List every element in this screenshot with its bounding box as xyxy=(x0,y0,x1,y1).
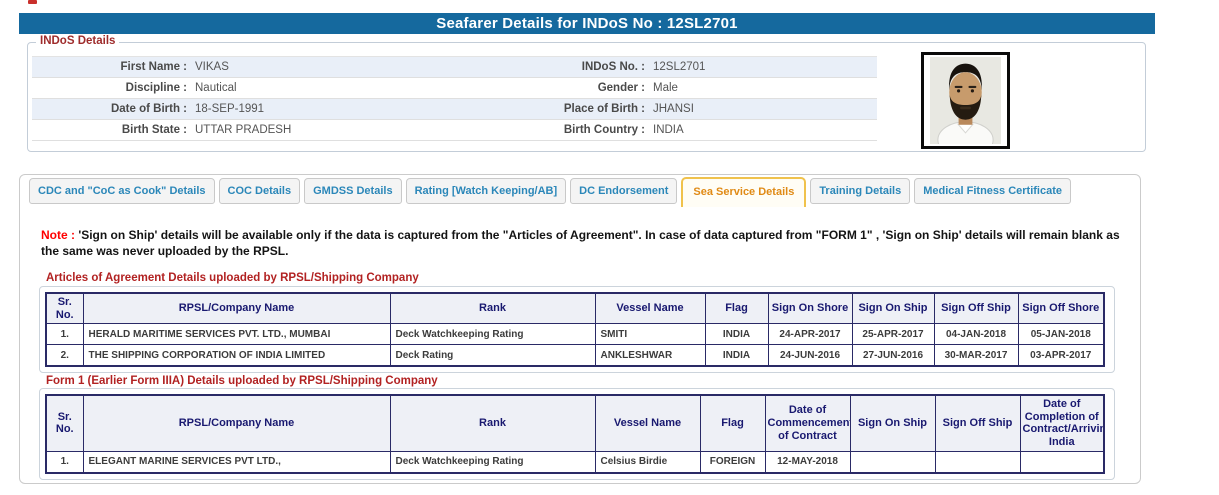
discipline-label: Discipline : xyxy=(32,78,187,98)
table-cell xyxy=(935,451,1020,473)
table-cell: 05-JAN-2018 xyxy=(1018,324,1104,345)
indos-no-label: INDoS No. : xyxy=(495,57,645,77)
place-of-birth-label: Place of Birth : xyxy=(495,99,645,119)
date-of-birth-label: Date of Birth : xyxy=(32,99,187,119)
title-bar: Seafarer Details for INDoS No : 12SL2701 xyxy=(19,13,1155,34)
detail-row: Date of Birth : 18-SEP-1991 Place of Bir… xyxy=(32,99,877,120)
agreement-table: Sr. No. RPSL/Company Name Rank Vessel Na… xyxy=(45,292,1105,367)
detail-row: Discipline : Nautical Gender : Male xyxy=(32,78,877,99)
table-cell: 03-APR-2017 xyxy=(1018,345,1104,367)
detail-row: First Name : VIKAS INDoS No. : 12SL2701 xyxy=(32,57,877,78)
table-cell xyxy=(850,451,935,473)
tab-dc-endorsement[interactable]: DC Endorsement xyxy=(570,178,677,204)
column-header: Flag xyxy=(705,293,768,324)
birth-country-label: Birth Country : xyxy=(495,120,645,140)
tab-bar: CDC and "CoC as Cook" Details COC Detail… xyxy=(29,178,1071,207)
column-header: Sign On Ship xyxy=(850,395,935,451)
tab-coc-details[interactable]: COC Details xyxy=(219,178,301,204)
seafarer-photo-image xyxy=(930,57,1001,144)
column-header: Sign Off Ship xyxy=(935,395,1020,451)
table-cell: 25-APR-2017 xyxy=(852,324,934,345)
table-cell: THE SHIPPING CORPORATION OF INDIA LIMITE… xyxy=(83,345,390,367)
table-cell: 24-APR-2017 xyxy=(768,324,852,345)
page-title: Seafarer Details for INDoS No : 12SL2701 xyxy=(19,13,1155,34)
table-cell: 24-JUN-2016 xyxy=(768,345,852,367)
note-text: 'Sign on Ship' details will be available… xyxy=(41,228,1120,258)
table-cell: ANKLESHWAR xyxy=(595,345,705,367)
table-cell: Deck Watchkeeping Rating xyxy=(390,451,595,473)
birth-country-value: INDIA xyxy=(645,120,877,140)
tab-medical-fitness-certificate[interactable]: Medical Fitness Certificate xyxy=(914,178,1071,204)
column-header: Vessel Name xyxy=(595,395,700,451)
discipline-value: Nautical xyxy=(187,78,495,98)
table-header-row: Sr. No. RPSL/Company Name Rank Vessel Na… xyxy=(46,395,1104,451)
table-cell: 1. xyxy=(46,451,83,473)
column-header: Sign On Ship xyxy=(852,293,934,324)
first-name-label: First Name : xyxy=(32,57,187,77)
table-cell: ELEGANT MARINE SERVICES PVT LTD., xyxy=(83,451,390,473)
note-prefix: Note : xyxy=(41,228,75,242)
sign-on-ship-note: Note : 'Sign on Ship' details will be av… xyxy=(41,227,1131,259)
table-cell: 27-JUN-2016 xyxy=(852,345,934,367)
column-header: Flag xyxy=(700,395,765,451)
column-header: Sign On Shore xyxy=(768,293,852,324)
first-name-value: VIKAS xyxy=(187,57,495,77)
table-cell: FOREIGN xyxy=(700,451,765,473)
table-row: 2. THE SHIPPING CORPORATION OF INDIA LIM… xyxy=(46,345,1104,367)
gender-label: Gender : xyxy=(495,78,645,98)
table-row: 1. HERALD MARITIME SERVICES PVT. LTD., M… xyxy=(46,324,1104,345)
place-of-birth-value: JHANSI xyxy=(645,99,877,119)
table-cell: HERALD MARITIME SERVICES PVT. LTD., MUMB… xyxy=(83,324,390,345)
form1-table-wrapper: Sr. No. RPSL/Company Name Rank Vessel Na… xyxy=(39,388,1115,480)
seafarer-details-page: Seafarer Details for INDoS No : 12SL2701… xyxy=(0,0,1219,495)
column-header: RPSL/Company Name xyxy=(83,293,390,324)
table-cell: 2. xyxy=(46,345,83,367)
table-cell: Deck Rating xyxy=(390,345,595,367)
tab-rating-watch-keeping-ab[interactable]: Rating [Watch Keeping/AB] xyxy=(406,178,567,204)
page-top-red-mark xyxy=(28,0,37,4)
table-cell: 04-JAN-2018 xyxy=(934,324,1018,345)
portrait-illustration xyxy=(930,57,1001,144)
table-cell: INDIA xyxy=(705,345,768,367)
column-header: Vessel Name xyxy=(595,293,705,324)
tab-training-details[interactable]: Training Details xyxy=(810,178,910,204)
table-cell: 1. xyxy=(46,324,83,345)
agreement-table-title: Articles of Agreement Details uploaded b… xyxy=(46,272,419,284)
agreement-table-wrapper: Sr. No. RPSL/Company Name Rank Vessel Na… xyxy=(39,286,1115,373)
column-header: Sr. No. xyxy=(46,293,83,324)
tab-cdc-coc-as-cook-details[interactable]: CDC and "CoC as Cook" Details xyxy=(29,178,215,204)
table-cell: SMITI xyxy=(595,324,705,345)
birth-state-label: Birth State : xyxy=(32,120,187,140)
birth-state-value: UTTAR PRADESH xyxy=(187,120,495,140)
column-header: Sign Off Shore xyxy=(1018,293,1104,324)
indos-no-value: 12SL2701 xyxy=(645,57,877,77)
column-header: Rank xyxy=(390,395,595,451)
tab-gmdss-details[interactable]: GMDSS Details xyxy=(304,178,401,204)
seafarer-photo xyxy=(921,52,1010,149)
table-header-row: Sr. No. RPSL/Company Name Rank Vessel Na… xyxy=(46,293,1104,324)
column-header: Sign Off Ship xyxy=(934,293,1018,324)
form1-table-title: Form 1 (Earlier Form IIIA) Details uploa… xyxy=(46,375,438,387)
tab-sea-service-details[interactable]: Sea Service Details xyxy=(681,177,806,207)
column-header: Date of Completion of Contract/Arriving … xyxy=(1020,395,1104,451)
table-cell: Deck Watchkeeping Rating xyxy=(390,324,595,345)
gender-value: Male xyxy=(645,78,877,98)
table-row: 1. ELEGANT MARINE SERVICES PVT LTD., Dec… xyxy=(46,451,1104,473)
detail-row: Birth State : UTTAR PRADESH Birth Countr… xyxy=(32,120,877,141)
column-header: Date of Commencement of Contract xyxy=(765,395,850,451)
table-cell xyxy=(1020,451,1104,473)
date-of-birth-value: 18-SEP-1991 xyxy=(187,99,495,119)
indos-details-grid: First Name : VIKAS INDoS No. : 12SL2701 … xyxy=(32,56,877,141)
table-cell: INDIA xyxy=(705,324,768,345)
column-header: Sr. No. xyxy=(46,395,83,451)
form1-table: Sr. No. RPSL/Company Name Rank Vessel Na… xyxy=(45,394,1105,474)
column-header: Rank xyxy=(390,293,595,324)
tab-content-panel: CDC and "CoC as Cook" Details COC Detail… xyxy=(19,174,1141,484)
table-cell: 12-MAY-2018 xyxy=(765,451,850,473)
indos-details-legend: INDoS Details xyxy=(36,35,119,47)
table-cell: Celsius Birdie xyxy=(595,451,700,473)
column-header: RPSL/Company Name xyxy=(83,395,390,451)
table-cell: 30-MAR-2017 xyxy=(934,345,1018,367)
